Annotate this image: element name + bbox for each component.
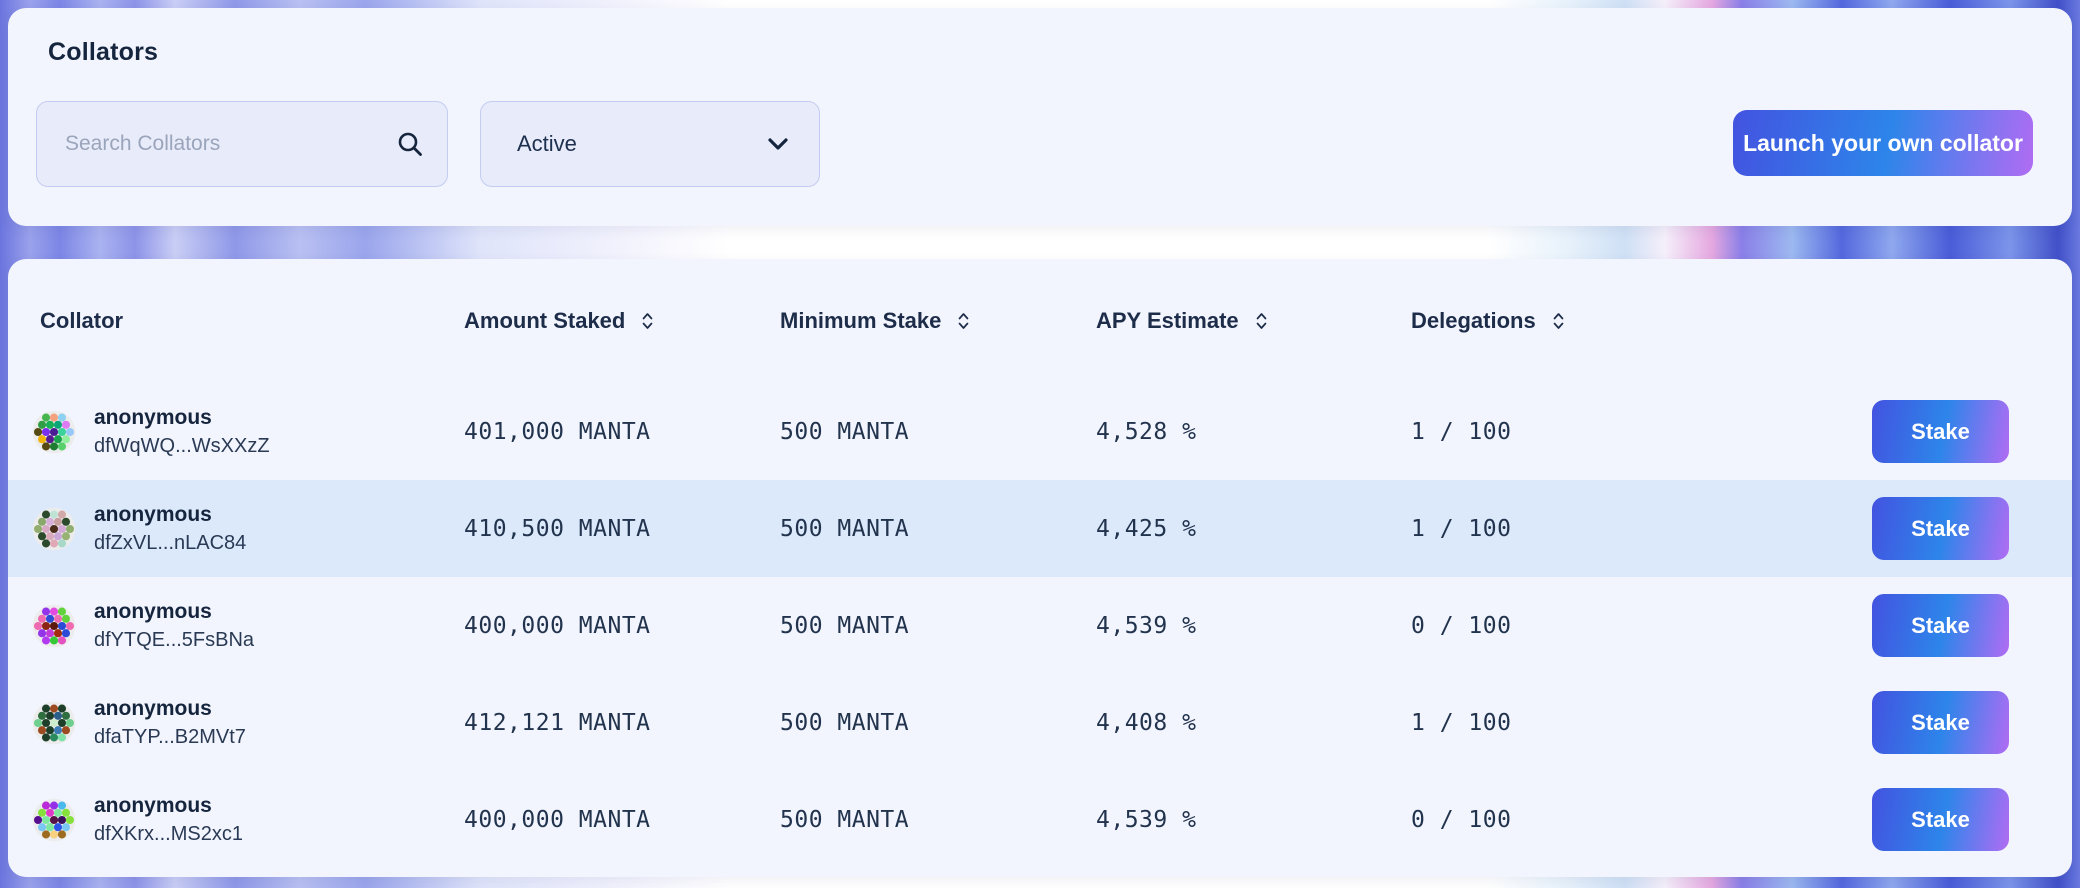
table-body: anonymous dfWqWQ...WsXXzZ 401,000 MANTA … <box>8 383 2072 868</box>
minimum-stake-value: 500 MANTA <box>780 807 1096 833</box>
column-header-collator: Collator <box>32 308 464 334</box>
minimum-stake-value: 500 MANTA <box>780 419 1096 445</box>
identicon-avatar <box>32 604 76 648</box>
sort-icon[interactable] <box>1253 312 1270 330</box>
collators-table: Collator Amount Staked Minimum Stake APY… <box>8 259 2072 877</box>
collator-cell: anonymous dfaTYP...B2MVt7 <box>32 697 464 749</box>
collator-name: anonymous <box>94 697 246 721</box>
collator-address: dfZxVL...nLAC84 <box>94 532 246 555</box>
sort-icon[interactable] <box>1550 312 1567 330</box>
table-header: Collator Amount Staked Minimum Stake APY… <box>8 259 2072 383</box>
apy-estimate-value: 4,425 % <box>1096 516 1411 542</box>
collators-panel: Collators Active Launch your own collato… <box>8 8 2072 226</box>
collator-cell: anonymous dfZxVL...nLAC84 <box>32 503 464 555</box>
minimum-stake-value: 500 MANTA <box>780 613 1096 639</box>
table-row[interactable]: anonymous dfZxVL...nLAC84 410,500 MANTA … <box>8 480 2072 577</box>
collator-name: anonymous <box>94 406 270 430</box>
collator-name: anonymous <box>94 794 243 818</box>
minimum-stake-value: 500 MANTA <box>780 516 1096 542</box>
column-header-apy-estimate[interactable]: APY Estimate <box>1096 308 1411 334</box>
column-header-minimum-stake[interactable]: Minimum Stake <box>780 308 1096 334</box>
search-icon[interactable] <box>395 129 425 159</box>
identicon-avatar <box>32 798 76 842</box>
search-box[interactable] <box>36 101 448 187</box>
apy-estimate-value: 4,539 % <box>1096 613 1411 639</box>
delegations-value: 1 / 100 <box>1411 710 1872 736</box>
sort-icon[interactable] <box>955 312 972 330</box>
amount-staked-value: 401,000 MANTA <box>464 419 780 445</box>
table-row[interactable]: anonymous dfWqWQ...WsXXzZ 401,000 MANTA … <box>8 383 2072 480</box>
column-header-delegations[interactable]: Delegations <box>1411 308 1872 334</box>
search-input[interactable] <box>63 131 395 157</box>
delegations-value: 1 / 100 <box>1411 419 1872 445</box>
identicon-avatar <box>32 507 76 551</box>
page-title: Collators <box>48 38 158 67</box>
collator-name: anonymous <box>94 600 254 624</box>
table-row[interactable]: anonymous dfYTQE...5FsBNa 400,000 MANTA … <box>8 577 2072 674</box>
delegations-value: 0 / 100 <box>1411 613 1872 639</box>
table-row[interactable]: anonymous dfXKrx...MS2xc1 400,000 MANTA … <box>8 771 2072 868</box>
collator-cell: anonymous dfXKrx...MS2xc1 <box>32 794 464 846</box>
table-row[interactable]: anonymous dfaTYP...B2MVt7 412,121 MANTA … <box>8 674 2072 771</box>
stake-button[interactable]: Stake <box>1872 497 2009 560</box>
collator-address: dfYTQE...5FsBNa <box>94 629 254 652</box>
status-filter-select[interactable]: Active <box>480 101 820 187</box>
identicon-avatar <box>32 701 76 745</box>
launch-collator-button[interactable]: Launch your own collator <box>1733 110 2033 176</box>
amount-staked-value: 412,121 MANTA <box>464 710 780 736</box>
stake-button[interactable]: Stake <box>1872 400 2009 463</box>
collator-address: dfaTYP...B2MVt7 <box>94 726 246 749</box>
minimum-stake-value: 500 MANTA <box>780 710 1096 736</box>
stake-button[interactable]: Stake <box>1872 691 2009 754</box>
amount-staked-value: 400,000 MANTA <box>464 613 780 639</box>
identicon-avatar <box>32 410 76 454</box>
collator-name: anonymous <box>94 503 246 527</box>
apy-estimate-value: 4,539 % <box>1096 807 1411 833</box>
column-header-amount-staked[interactable]: Amount Staked <box>464 308 780 334</box>
collator-address: dfWqWQ...WsXXzZ <box>94 435 270 458</box>
collator-address: dfXKrx...MS2xc1 <box>94 823 243 846</box>
apy-estimate-value: 4,408 % <box>1096 710 1411 736</box>
delegations-value: 0 / 100 <box>1411 807 1872 833</box>
stake-button[interactable]: Stake <box>1872 594 2009 657</box>
chevron-down-icon <box>763 129 793 159</box>
sort-icon[interactable] <box>639 312 656 330</box>
delegations-value: 1 / 100 <box>1411 516 1872 542</box>
collator-cell: anonymous dfYTQE...5FsBNa <box>32 600 464 652</box>
status-filter-value: Active <box>517 131 763 157</box>
stake-button[interactable]: Stake <box>1872 788 2009 851</box>
amount-staked-value: 410,500 MANTA <box>464 516 780 542</box>
apy-estimate-value: 4,528 % <box>1096 419 1411 445</box>
amount-staked-value: 400,000 MANTA <box>464 807 780 833</box>
collator-cell: anonymous dfWqWQ...WsXXzZ <box>32 406 464 458</box>
